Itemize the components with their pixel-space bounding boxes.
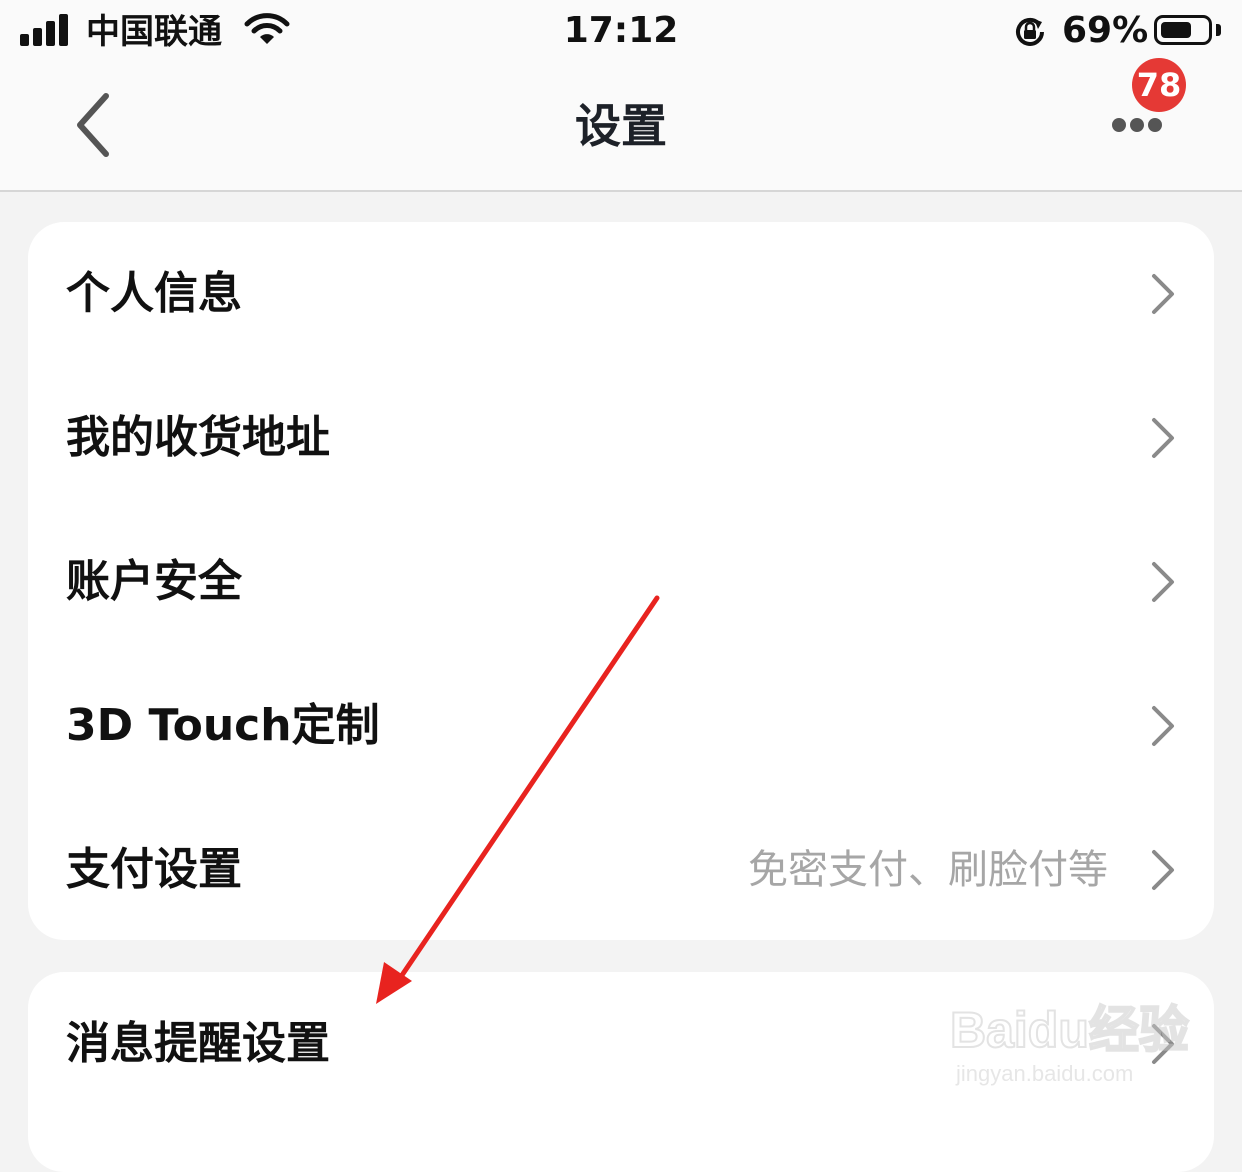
- chevron-right-icon: [1152, 850, 1174, 890]
- chevron-right-icon: [1152, 274, 1174, 314]
- settings-item-hint: 免密支付、刷脸付等: [748, 847, 1108, 893]
- settings-item-shipping-address[interactable]: 我的收货地址: [28, 366, 1214, 510]
- settings-item-label: 账户安全: [66, 556, 242, 607]
- baidu-watermark: Baidu经验 jingyan.baidu.com: [949, 990, 1190, 1100]
- settings-item-label: 我的收货地址: [66, 412, 330, 463]
- settings-item-label: 支付设置: [66, 844, 242, 895]
- battery-tip: [1216, 24, 1221, 36]
- settings-item-label: 个人信息: [66, 268, 242, 319]
- settings-item-label: 消息提醒设置: [66, 1018, 330, 1069]
- more-dot: [1130, 118, 1144, 132]
- battery-percent: 69%: [1062, 10, 1149, 51]
- settings-group-1: 个人信息 我的收货地址 账户安全 3D Touch定制 支付设置 免密支付、刷脸…: [28, 222, 1214, 940]
- watermark-brand: Baidu经验: [949, 1001, 1190, 1059]
- chevron-right-icon: [1152, 706, 1174, 746]
- page-title: 设置: [575, 99, 667, 153]
- settings-item-3d-touch[interactable]: 3D Touch定制: [28, 654, 1214, 798]
- status-bar: 中国联通 17:12 69%: [0, 0, 1242, 64]
- settings-item-label: 3D Touch定制: [66, 700, 380, 751]
- navigation-bar: 设置 78: [0, 58, 1242, 192]
- notification-badge: 78: [1132, 58, 1186, 112]
- more-dot: [1148, 118, 1162, 132]
- rotation-lock-icon: [1016, 17, 1044, 46]
- settings-item-personal-info[interactable]: 个人信息: [28, 222, 1214, 366]
- battery-icon: [1154, 15, 1212, 45]
- settings-item-payment[interactable]: 支付设置 免密支付、刷脸付等: [28, 798, 1214, 942]
- chevron-right-icon: [1152, 418, 1174, 458]
- watermark-url: jingyan.baidu.com: [956, 1061, 1134, 1086]
- chevron-right-icon: [1152, 562, 1174, 602]
- settings-item-account-security[interactable]: 账户安全: [28, 510, 1214, 654]
- clock: 17:12: [563, 10, 679, 51]
- more-dots-icon: [1112, 118, 1126, 132]
